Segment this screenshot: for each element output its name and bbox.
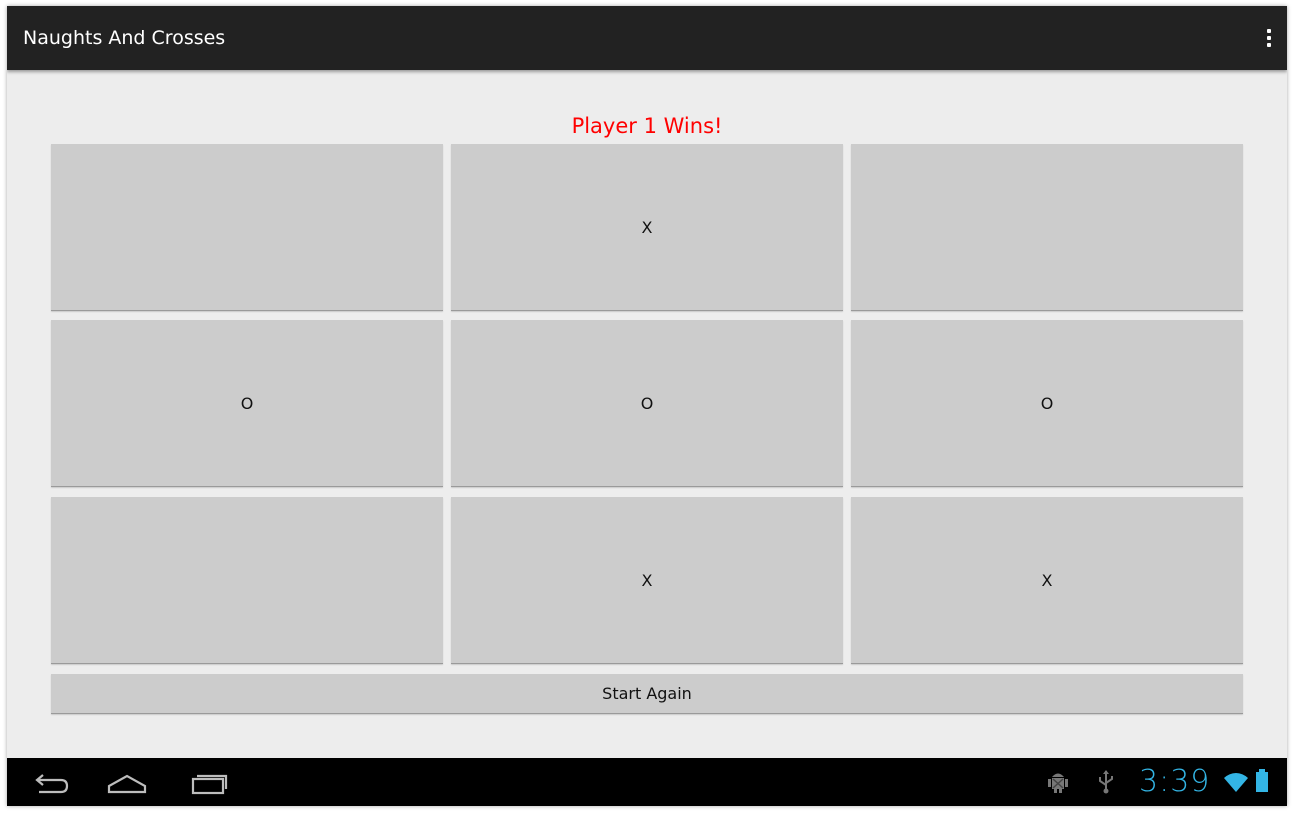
board-cell-r2-c1[interactable]: O [51, 320, 443, 487]
system-nav-bar: 3:39 [7, 758, 1287, 806]
action-bar: Naughts And Crosses [7, 6, 1287, 70]
battery-icon [1255, 768, 1269, 798]
home-icon[interactable] [103, 766, 151, 798]
overflow-dot [1267, 43, 1271, 47]
device-screen: Naughts And Crosses Player 1 Wins! X O O… [7, 6, 1287, 806]
board-cell-r3-c1[interactable] [51, 497, 443, 664]
app-title: Naughts And Crosses [23, 27, 226, 49]
wifi-icon [1223, 770, 1249, 798]
board-cell-r3-c3[interactable]: X [851, 497, 1243, 664]
board-cell-r2-c3[interactable]: O [851, 320, 1243, 487]
overflow-menu-icon[interactable] [1259, 24, 1279, 52]
status-clock: 3:39 [1139, 764, 1211, 799]
board-cell-r1-c2[interactable]: X [451, 144, 843, 311]
start-again-button[interactable]: Start Again [51, 674, 1243, 714]
board-cell-r1-c3[interactable] [851, 144, 1243, 311]
overflow-dot [1267, 29, 1271, 33]
overflow-dot [1267, 36, 1271, 40]
game-status: Player 1 Wins! [571, 114, 723, 138]
board-cell-r1-c1[interactable] [51, 144, 443, 311]
recent-apps-icon[interactable] [185, 766, 233, 798]
board-cell-r3-c2[interactable]: X [451, 497, 843, 664]
back-icon[interactable] [25, 766, 73, 798]
usb-icon [1097, 770, 1115, 798]
board-cell-r2-c2[interactable]: O [451, 320, 843, 487]
android-debug-icon [1047, 770, 1069, 798]
